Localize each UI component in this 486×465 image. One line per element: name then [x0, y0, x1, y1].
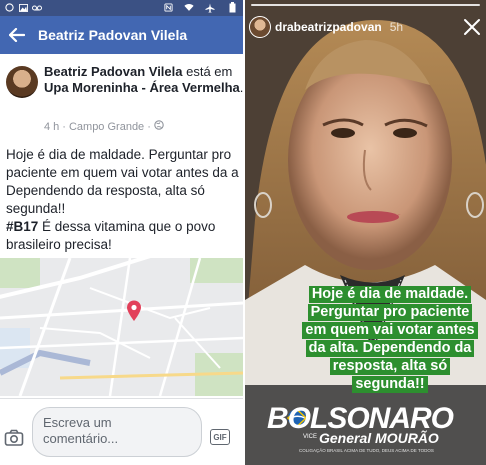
map-pin-icon [126, 300, 142, 322]
hashtag-rest: É dessa vitamina que o povo [38, 219, 216, 234]
app-bar: Beatriz Padovan Vilela [0, 16, 243, 54]
caption-line: segunda!! [352, 376, 428, 393]
checkin-verb: está em [182, 64, 233, 79]
globe-icon [154, 120, 164, 133]
post-body: Hoje é dia de maldade. Perguntar pro pac… [6, 146, 243, 254]
post-line: Dependendo da resposta, alta só [6, 183, 205, 198]
post-line: brasileiro precisa! [6, 237, 112, 252]
logo-vice-name: General MOURÃO [319, 430, 439, 446]
logo-coalition-text: COLIGAÇÃO BRASIL ACIMA DE TUDO, DEUS ACI… [299, 448, 434, 453]
airplane-icon [205, 2, 215, 13]
hashtag-link[interactable]: #B17 [6, 219, 38, 234]
image-icon [18, 2, 28, 13]
post-location[interactable]: Campo Grande [69, 121, 144, 133]
story-progress-bar [251, 4, 480, 6]
page-title: Beatriz Padovan Vilela [38, 27, 188, 43]
story-header: drabeatrizpadovan 5h [249, 14, 403, 40]
comment-placeholder: Escreva um [43, 415, 112, 430]
facebook-panel: Beatriz Padovan Vilela Beatriz Padovan V… [0, 0, 243, 465]
location-map[interactable] [0, 258, 243, 396]
camera-icon[interactable] [4, 429, 24, 447]
nfc-icon [163, 2, 173, 13]
author-name[interactable]: Beatriz Padovan Vilela [44, 64, 183, 79]
caption-line: da alta. Dependendo da [305, 340, 475, 357]
dot-separator: · [147, 120, 151, 133]
post-subtitle: 4 h · Campo Grande · [44, 120, 164, 133]
comment-placeholder: comentário... [43, 431, 119, 446]
status-bar [0, 0, 243, 16]
story-username[interactable]: drabeatrizpadovan [275, 20, 382, 34]
comment-bar: Escreva um comentário... GIF [0, 398, 243, 465]
caption-line: Perguntar pro paciente [307, 304, 473, 321]
dot-separator: · [62, 120, 66, 133]
gif-button[interactable]: GIF [210, 429, 230, 445]
instagram-story-panel: drabeatrizpadovan 5h Hoje é dia de malda… [245, 0, 486, 465]
battery-icon [226, 2, 238, 13]
post-line: segunda!! [6, 201, 66, 216]
story-photo [245, 0, 486, 465]
back-arrow-icon[interactable] [2, 16, 32, 54]
voicemail-icon [32, 2, 42, 13]
caption-line: resposta, alta só [329, 358, 451, 375]
checkin-place[interactable]: Upa Moreninha - Área Vermelha [44, 80, 240, 95]
comment-input[interactable]: Escreva um comentário... [32, 407, 202, 457]
close-icon[interactable] [463, 18, 481, 36]
story-caption: Hoje é dia de maldade. Perguntar pro pac… [290, 285, 486, 393]
caption-line: Hoje é dia de maldade. [308, 286, 472, 303]
avatar[interactable] [6, 66, 38, 98]
post-author-line: Beatriz Padovan Vilela está em Upa Moren… [44, 64, 243, 96]
post-line: Hoje é dia de maldade. Perguntar pro [6, 147, 232, 162]
caption-line: em quem vai votar antes [302, 322, 478, 339]
post-time[interactable]: 4 h [44, 121, 59, 133]
story-time: 5h [389, 20, 404, 34]
logo-vice-label: VICE [303, 434, 318, 440]
whatsapp-icon [4, 2, 14, 13]
campaign-logo: BOLSONARO VICE General MOURÃO COLIGAÇÃO … [259, 398, 484, 460]
avatar[interactable] [249, 16, 271, 38]
post-hashtag-line: #B17 É dessa vitamina que o povo [6, 218, 243, 236]
post-line: paciente em quem vai votar antes da a [6, 165, 239, 180]
wifi-icon [184, 2, 194, 13]
